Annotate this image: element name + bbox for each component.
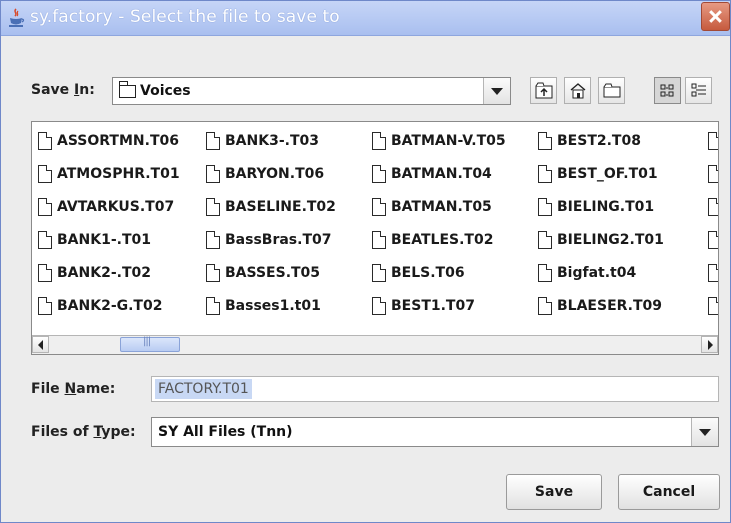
new-folder-icon	[603, 83, 621, 98]
list-view-icon	[660, 84, 674, 97]
file-icon	[538, 297, 552, 315]
title-bar[interactable]: sy.factory - Select the file to save to	[1, 1, 730, 36]
save-in-value: Voices	[119, 80, 191, 99]
file-icon	[708, 231, 718, 249]
details-view-icon	[691, 83, 706, 97]
scroll-thumb[interactable]	[120, 336, 180, 352]
file-item[interactable]: BEST2.T08	[538, 132, 664, 165]
details-view-button[interactable]	[685, 77, 712, 104]
file-icon	[708, 132, 718, 150]
file-item[interactable]: BEST_OF.T01	[538, 165, 664, 198]
new-folder-button[interactable]	[598, 77, 625, 104]
file-column-partial	[708, 132, 718, 330]
file-column: BATMAN-V.T05 BATMAN.T04 BATMAN.T05 BEATL…	[372, 132, 506, 330]
file-item-partial[interactable]	[708, 231, 718, 264]
list-view-button[interactable]	[654, 77, 681, 104]
horizontal-scrollbar[interactable]	[32, 335, 718, 354]
file-item-partial[interactable]	[708, 264, 718, 297]
file-icon	[206, 297, 220, 315]
file-icon	[372, 297, 386, 315]
file-icon	[708, 165, 718, 183]
file-icon	[372, 132, 386, 150]
file-name-input[interactable]: FACTORY.T01	[151, 376, 719, 402]
file-icon	[38, 165, 52, 183]
file-column: BANK3-.T03 BARYON.T06 BASELINE.T02 BassB…	[206, 132, 336, 330]
file-item[interactable]: Basses1.t01	[206, 297, 336, 330]
file-icon	[38, 231, 52, 249]
file-icon	[708, 297, 718, 315]
file-item[interactable]: BEATLES.T02	[372, 231, 506, 264]
file-item[interactable]: BEST1.T07	[372, 297, 506, 330]
java-app-icon	[9, 8, 25, 27]
home-button[interactable]	[564, 77, 591, 104]
save-in-combo[interactable]: Voices	[112, 77, 511, 105]
file-icon	[372, 231, 386, 249]
file-item[interactable]: BANK2-G.T02	[38, 297, 180, 330]
file-icon	[38, 132, 52, 150]
file-item[interactable]: BATMAN-V.T05	[372, 132, 506, 165]
up-one-level-button[interactable]	[530, 77, 557, 104]
file-item[interactable]: BANK3-.T03	[206, 132, 336, 165]
file-icon	[206, 132, 220, 150]
file-icon	[206, 165, 220, 183]
file-icon	[372, 165, 386, 183]
file-item[interactable]: BassBras.T07	[206, 231, 336, 264]
file-item-partial[interactable]	[708, 132, 718, 165]
file-icon	[538, 165, 552, 183]
file-name-label: File Name:	[31, 381, 116, 397]
file-item[interactable]: AVTARKUS.T07	[38, 198, 180, 231]
file-item[interactable]: BASELINE.T02	[206, 198, 336, 231]
file-item-partial[interactable]	[708, 297, 718, 330]
file-type-label: Files of Type:	[31, 424, 136, 440]
window-title: sy.factory - Select the file to save to	[30, 7, 340, 27]
file-icon	[206, 198, 220, 216]
file-item-partial[interactable]	[708, 198, 718, 231]
file-icon	[708, 198, 718, 216]
file-column: BEST2.T08 BEST_OF.T01 BIELING.T01 BIELIN…	[538, 132, 664, 330]
file-name-value: FACTORY.T01	[155, 379, 252, 399]
file-icon	[538, 132, 552, 150]
close-button[interactable]	[701, 2, 730, 31]
file-icon	[38, 198, 52, 216]
file-icon	[538, 231, 552, 249]
chevron-down-icon[interactable]	[691, 418, 718, 446]
file-item[interactable]: ATMOSPHR.T01	[38, 165, 180, 198]
scroll-left-icon[interactable]	[32, 336, 49, 353]
file-icon	[538, 198, 552, 216]
save-button[interactable]: Save	[506, 474, 602, 510]
file-item[interactable]: BARYON.T06	[206, 165, 336, 198]
file-item[interactable]: Bigfat.t04	[538, 264, 664, 297]
file-icon	[538, 264, 552, 282]
file-icon	[708, 264, 718, 282]
file-icon	[206, 231, 220, 249]
file-item[interactable]: ASSORTMN.T06	[38, 132, 180, 165]
up-one-level-icon	[535, 82, 553, 99]
file-icon	[372, 264, 386, 282]
file-icon	[372, 198, 386, 216]
file-list[interactable]: ASSORTMN.T06 ATMOSPHR.T01 AVTARKUS.T07 B…	[31, 121, 719, 355]
home-icon	[570, 83, 586, 99]
file-column: ASSORTMN.T06 ATMOSPHR.T01 AVTARKUS.T07 B…	[38, 132, 180, 330]
file-item[interactable]: BIELING2.T01	[538, 231, 664, 264]
file-item[interactable]: BASSES.T05	[206, 264, 336, 297]
scroll-right-icon[interactable]	[701, 336, 718, 353]
file-item[interactable]: BATMAN.T04	[372, 165, 506, 198]
file-item[interactable]: BELS.T06	[372, 264, 506, 297]
file-item[interactable]: BANK1-.T01	[38, 231, 180, 264]
save-dialog: sy.factory - Select the file to save to …	[0, 0, 731, 523]
file-item[interactable]: BANK2-.T02	[38, 264, 180, 297]
folder-icon	[119, 80, 136, 98]
file-item[interactable]: BATMAN.T05	[372, 198, 506, 231]
file-type-combo[interactable]: SY All Files (Tnn)	[151, 417, 719, 447]
file-icon	[206, 264, 220, 282]
file-item[interactable]: BIELING.T01	[538, 198, 664, 231]
file-icon	[38, 297, 52, 315]
chevron-down-icon[interactable]	[483, 78, 510, 104]
file-item[interactable]: BLAESER.T09	[538, 297, 664, 330]
save-in-label: Save In:	[31, 82, 95, 98]
file-item-partial[interactable]	[708, 165, 718, 198]
cancel-button[interactable]: Cancel	[618, 474, 720, 510]
file-type-value: SY All Files (Tnn)	[158, 424, 293, 440]
file-icon	[38, 264, 52, 282]
